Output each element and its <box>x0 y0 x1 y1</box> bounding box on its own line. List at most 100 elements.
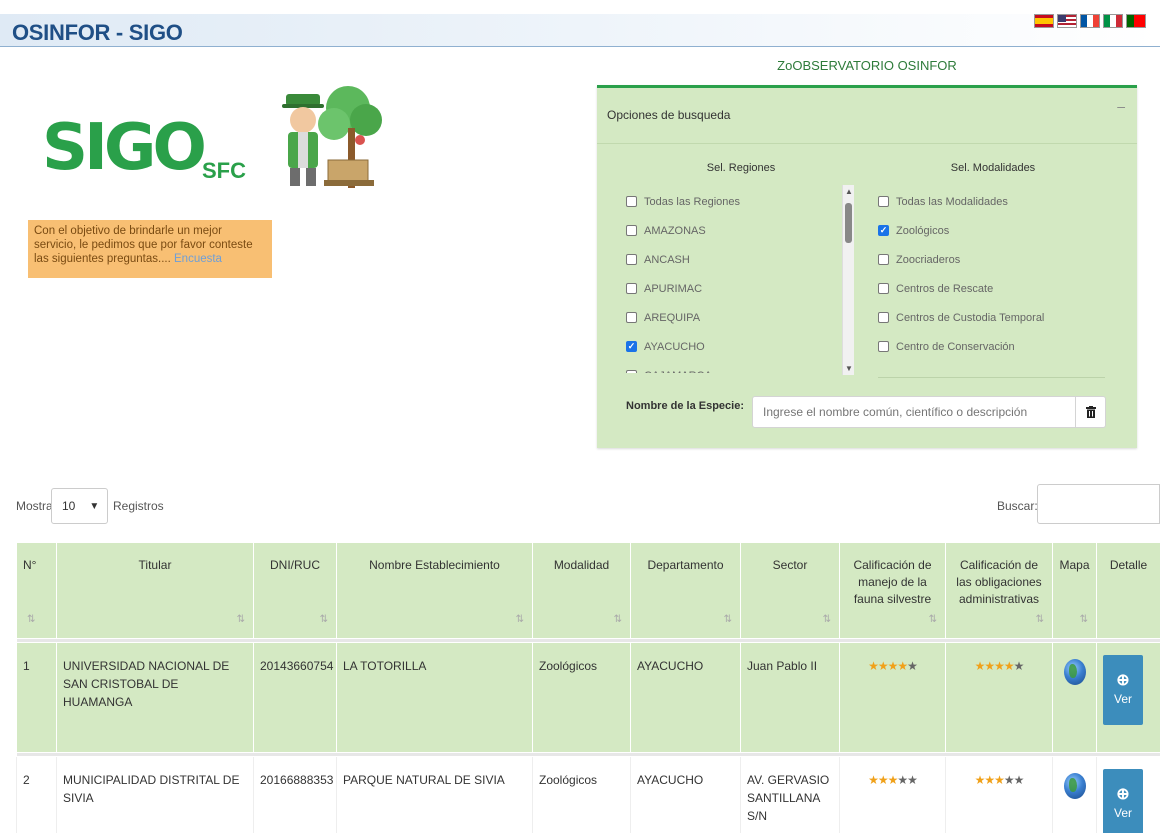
sort-icon: ⇅ <box>1035 614 1044 625</box>
modality-option[interactable]: Todas las Modalidades <box>878 187 1108 216</box>
globe-icon[interactable] <box>1063 659 1086 685</box>
modality-checkbox[interactable] <box>878 254 889 265</box>
scroll-down-icon[interactable]: ▼ <box>845 364 853 373</box>
search-input[interactable] <box>1037 484 1160 524</box>
mascot-illustration <box>282 86 382 188</box>
cell-sector: Juan Pablo II <box>740 642 840 753</box>
clear-species-button[interactable] <box>1076 396 1106 428</box>
col-establecimiento[interactable]: Nombre Establecimiento ⇅ <box>336 542 533 639</box>
page-size-value: 10 <box>62 499 76 513</box>
modality-option[interactable]: Zoológicos <box>878 216 1108 245</box>
collapse-icon[interactable]: – <box>1117 98 1125 114</box>
view-detail-button[interactable]: ⊕ Ver <box>1103 769 1143 833</box>
scroll-up-icon[interactable]: ▲ <box>845 187 853 196</box>
region-option[interactable]: ANCASH <box>626 245 841 274</box>
globe-icon[interactable] <box>1063 773 1086 799</box>
modality-checkbox[interactable] <box>878 283 889 294</box>
modality-option-label: Centro de Conservación <box>896 340 1015 353</box>
cell-dni: 20166888353 <box>253 756 337 833</box>
cell-titular: UNIVERSIDAD NACIONAL DE SAN CRISTOBAL DE… <box>56 642 254 753</box>
col-detalle[interactable]: Detalle <box>1096 542 1160 639</box>
col-titular[interactable]: Titular ⇅ <box>56 542 254 639</box>
region-checkbox[interactable] <box>626 225 637 236</box>
cell-rating-fauna: ★★★★★ <box>839 756 946 833</box>
logo-main-text: SIGO <box>42 111 207 185</box>
records-label: Registros <box>113 499 164 513</box>
col-dni[interactable]: DNI/RUC ⇅ <box>253 542 337 639</box>
modality-checkbox[interactable] <box>878 312 889 323</box>
star-rating: ★★★★★ <box>868 773 918 787</box>
language-flags <box>1034 14 1146 28</box>
region-option[interactable]: APURIMAC <box>626 274 841 303</box>
zoom-in-icon: ⊕ <box>1116 672 1130 689</box>
cell-titular: MUNICIPALIDAD DISTRITAL DE SIVIA <box>56 756 254 833</box>
view-detail-label: Ver <box>1113 806 1132 820</box>
region-checkbox[interactable] <box>626 370 637 373</box>
modality-option-label: Centros de Rescate <box>896 282 994 295</box>
modality-checkbox[interactable] <box>878 225 889 236</box>
col-mapa[interactable]: Mapa ⇅ <box>1052 542 1097 639</box>
region-option[interactable]: AYACUCHO <box>626 332 841 361</box>
region-option[interactable]: CAJAMARCA <box>626 361 841 373</box>
modality-checkbox[interactable] <box>878 196 889 207</box>
col-rating-fauna[interactable]: Calificación de manejo de la fauna silve… <box>839 542 946 639</box>
fr-flag-icon[interactable] <box>1080 14 1100 28</box>
modalities-divider <box>878 377 1105 378</box>
region-option-label: AYACUCHO <box>644 340 705 353</box>
us-flag-icon[interactable] <box>1057 14 1077 28</box>
view-detail-button[interactable]: ⊕ Ver <box>1103 655 1143 725</box>
region-option-label: AMAZONAS <box>644 224 706 237</box>
pt-flag-icon[interactable] <box>1126 14 1146 28</box>
cell-detalle: ⊕ Ver <box>1096 642 1160 753</box>
survey-link[interactable]: Encuesta <box>174 253 222 265</box>
modality-option[interactable]: Centros de Custodia Temporal <box>878 303 1108 332</box>
sigo-logo: SIGO SFC <box>42 108 262 188</box>
modality-option[interactable]: Zoocriaderos <box>878 245 1108 274</box>
region-checkbox[interactable] <box>626 312 637 323</box>
species-input[interactable] <box>752 396 1076 428</box>
page-size-select[interactable]: 10 ▼ <box>51 488 108 524</box>
region-option-label: AREQUIPA <box>644 311 701 324</box>
region-checkbox[interactable] <box>626 196 637 207</box>
modality-option[interactable]: Centro de Conservación <box>878 332 1108 361</box>
table-row: 2 MUNICIPALIDAD DISTRITAL DE SIVIA 2016688… <box>16 756 1160 833</box>
cell-n: 1 <box>16 642 57 753</box>
it-flag-icon[interactable] <box>1103 14 1123 28</box>
col-departamento[interactable]: Departamento ⇅ <box>630 542 741 639</box>
zoom-in-icon: ⊕ <box>1116 786 1130 803</box>
col-rating-admin[interactable]: Calificación de las obligaciones adminis… <box>945 542 1053 639</box>
sort-icon: ⇅ <box>928 614 937 625</box>
regions-title: Sel. Regiones <box>706 162 776 174</box>
cell-departamento: AYACUCHO <box>630 642 741 753</box>
scroll-thumb[interactable] <box>845 203 852 243</box>
app-title: OSINFOR - SIGO <box>12 20 183 45</box>
cell-detalle: ⊕ Ver <box>1096 756 1160 833</box>
cell-rating-admin: ★★★★★ <box>945 642 1053 753</box>
panel-header[interactable]: Opciones de busqueda – <box>597 88 1137 144</box>
cell-rating-fauna: ★★★★★ <box>839 642 946 753</box>
modality-option-label: Zoocriaderos <box>896 253 961 266</box>
cell-establecimiento: LA TOTORILLA <box>336 642 533 753</box>
col-modalidad[interactable]: Modalidad ⇅ <box>532 542 631 639</box>
top-bar: OSINFOR - SIGO <box>0 14 1160 47</box>
chevron-down-icon: ▼ <box>89 500 100 512</box>
cell-dni: 20143660754 <box>253 642 337 753</box>
modality-checkbox[interactable] <box>878 341 889 352</box>
sort-icon: ⇅ <box>319 614 328 625</box>
regions-scrollbar[interactable]: ▲ ▼ <box>842 185 854 375</box>
region-option-label: APURIMAC <box>644 282 703 295</box>
es-flag-icon[interactable] <box>1034 14 1054 28</box>
region-option[interactable]: Todas las Regiones <box>626 187 841 216</box>
cell-n: 2 <box>16 756 57 833</box>
col-n[interactable]: N° ⇅ <box>16 542 57 639</box>
col-sector[interactable]: Sector ⇅ <box>740 542 840 639</box>
region-checkbox[interactable] <box>626 283 637 294</box>
region-option[interactable]: AMAZONAS <box>626 216 841 245</box>
region-option[interactable]: AREQUIPA <box>626 303 841 332</box>
sort-icon: ⇅ <box>1079 614 1088 625</box>
modality-option[interactable]: Centros de Rescate <box>878 274 1108 303</box>
region-checkbox[interactable] <box>626 254 637 265</box>
region-checkbox[interactable] <box>626 341 637 352</box>
star-rating: ★★★★★ <box>868 659 918 673</box>
table-header-row: N° ⇅ Titular ⇅ DNI/RUC ⇅ Nombre Establecimi… <box>16 542 1160 639</box>
